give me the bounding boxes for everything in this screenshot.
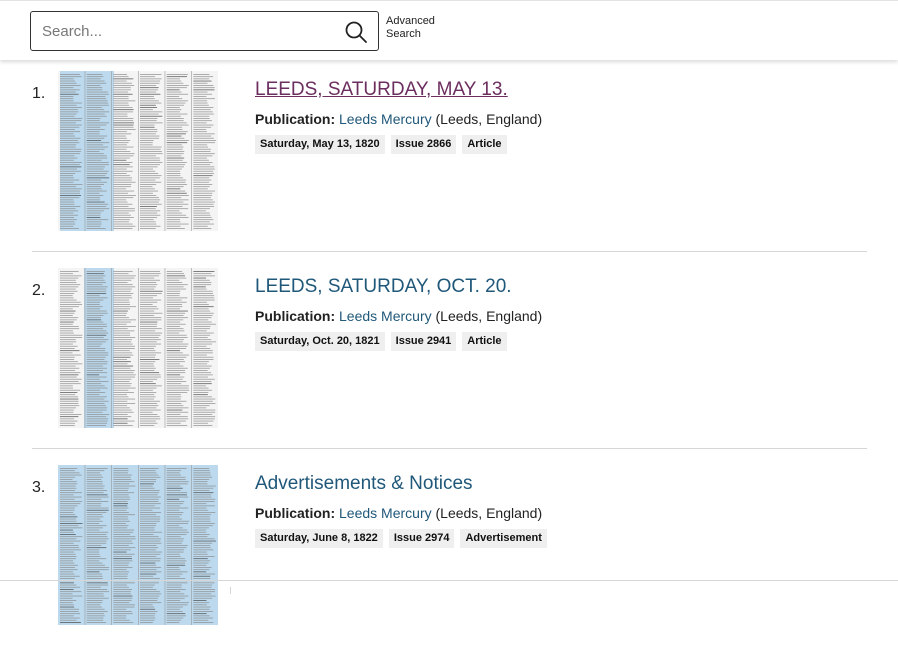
issue-tag: Issue 2866 <box>390 135 457 154</box>
date-tag: Saturday, June 8, 1822 <box>255 529 383 548</box>
publication-place: (Leeds, England) <box>435 505 543 521</box>
newspaper-page-image <box>58 71 218 231</box>
result-item: 1. LEEDS, SATURDAY, MAY 13. Publication:… <box>0 60 898 257</box>
type-tag: Advertisement <box>460 529 547 548</box>
publication-link[interactable]: Leeds Mercury <box>339 111 432 127</box>
issue-tag: Issue 2941 <box>390 332 457 351</box>
publication-line: Publication: Leeds Mercury (Leeds, Engla… <box>255 111 542 127</box>
issue-tag: Issue 2974 <box>388 529 455 548</box>
publication-label: Publication: <box>255 505 336 521</box>
result-number: 2. <box>32 282 46 299</box>
publication-label: Publication: <box>255 111 336 127</box>
newspaper-page-image <box>58 268 218 428</box>
advanced-search-link[interactable]: Advanced Search <box>386 15 446 41</box>
result-number: 3. <box>32 479 46 496</box>
result-tags: Saturday, June 8, 1822 Issue 2974 Advert… <box>255 529 547 548</box>
result-title-link[interactable]: Advertisements & Notices <box>255 473 473 495</box>
date-tag: Saturday, May 13, 1820 <box>255 135 385 154</box>
publication-place: (Leeds, England) <box>435 308 543 324</box>
date-tag: Saturday, Oct. 20, 1821 <box>255 332 385 351</box>
type-tag: Article <box>462 135 507 154</box>
result-item: 3. Advertisements & Notices Publication:… <box>0 454 898 651</box>
newspaper-thumbnail[interactable] <box>58 71 218 231</box>
result-tags: Saturday, May 13, 1820 Issue 2866 Articl… <box>255 135 507 154</box>
search-button[interactable] <box>344 20 368 44</box>
publication-link[interactable]: Leeds Mercury <box>339 308 432 324</box>
type-tag: Article <box>462 332 507 351</box>
newspaper-thumbnail[interactable] <box>58 465 218 625</box>
result-title-link[interactable]: LEEDS, SATURDAY, MAY 13. <box>255 79 508 101</box>
search-input[interactable] <box>31 12 342 50</box>
search-header: Advanced Search <box>0 0 898 60</box>
result-divider <box>32 448 867 449</box>
footer-separator <box>230 587 231 594</box>
result-number: 1. <box>32 85 46 102</box>
result-tags: Saturday, Oct. 20, 1821 Issue 2941 Artic… <box>255 332 507 351</box>
search-box <box>30 11 379 51</box>
publication-link[interactable]: Leeds Mercury <box>339 505 432 521</box>
footer-divider <box>0 580 898 581</box>
publication-place: (Leeds, England) <box>435 111 543 127</box>
result-item: 2. LEEDS, SATURDAY, OCT. 20. Publication… <box>0 257 898 454</box>
newspaper-page-image <box>58 465 218 625</box>
search-icon <box>345 21 367 43</box>
result-title-link[interactable]: LEEDS, SATURDAY, OCT. 20. <box>255 276 512 298</box>
publication-line: Publication: Leeds Mercury (Leeds, Engla… <box>255 505 542 521</box>
result-divider <box>32 251 867 252</box>
publication-label: Publication: <box>255 308 336 324</box>
newspaper-thumbnail[interactable] <box>58 268 218 428</box>
publication-line: Publication: Leeds Mercury (Leeds, Engla… <box>255 308 542 324</box>
